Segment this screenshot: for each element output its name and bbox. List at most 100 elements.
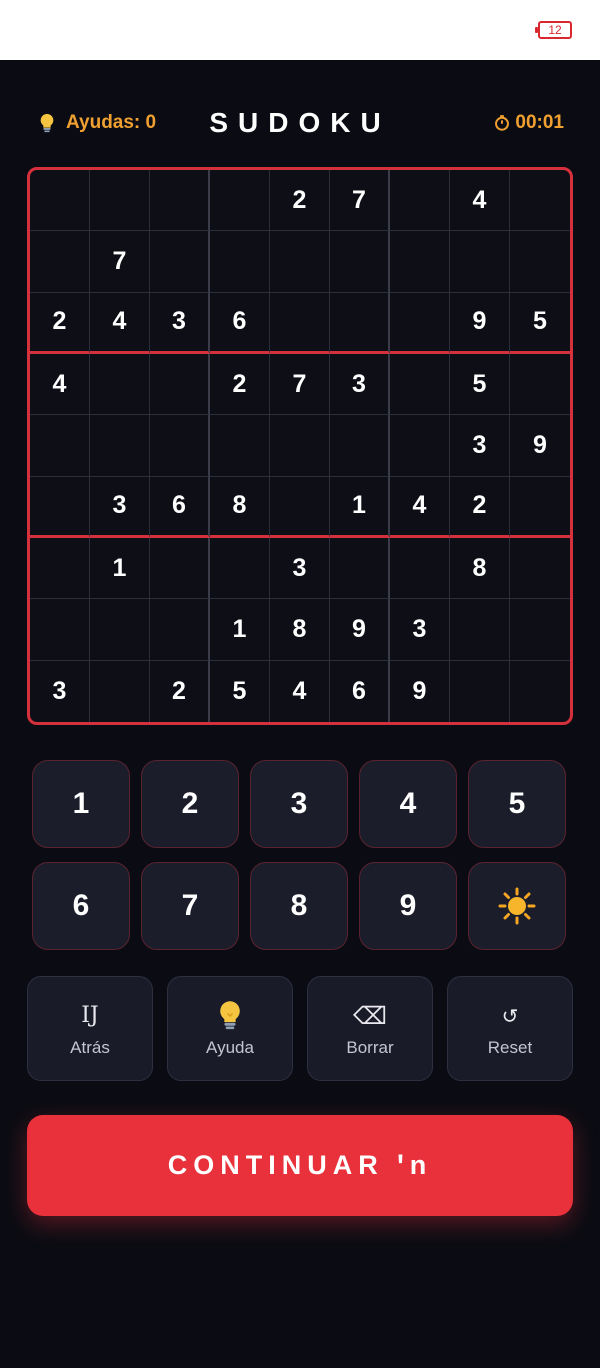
sudoku-cell[interactable] (390, 231, 450, 293)
number-pad: 12345 6789 (32, 760, 568, 950)
sudoku-cell[interactable]: 4 (90, 292, 150, 354)
sudoku-cell[interactable]: 2 (210, 353, 270, 416)
sudoku-cell[interactable] (30, 231, 90, 293)
sudoku-cell[interactable] (30, 476, 90, 538)
sudoku-cell[interactable]: 3 (150, 292, 210, 354)
reset-button[interactable]: ↺ Reset (447, 976, 573, 1081)
sudoku-cell[interactable] (330, 231, 390, 293)
sudoku-cell[interactable]: 7 (330, 170, 390, 232)
sudoku-cell[interactable]: 2 (450, 476, 510, 538)
timer-value: 00:01 (515, 112, 564, 133)
sudoku-cell[interactable] (90, 599, 150, 661)
sudoku-cell[interactable]: 9 (510, 415, 570, 477)
sudoku-cell[interactable] (510, 538, 570, 600)
sudoku-cell[interactable] (90, 415, 150, 477)
sudoku-cell[interactable] (150, 170, 210, 232)
sudoku-cell[interactable] (510, 170, 570, 232)
theme-toggle-button[interactable] (468, 862, 566, 950)
sudoku-cell[interactable] (510, 231, 570, 293)
sudoku-cell[interactable] (210, 231, 270, 293)
sudoku-cell[interactable]: 5 (450, 353, 510, 416)
sudoku-cell[interactable]: 9 (330, 599, 390, 661)
sudoku-cell[interactable] (390, 537, 450, 600)
sudoku-cell[interactable]: 7 (90, 231, 150, 293)
sudoku-cell[interactable] (30, 599, 90, 661)
sudoku-cell[interactable]: 3 (270, 537, 330, 600)
sudoku-cell[interactable] (90, 660, 150, 722)
sudoku-cell[interactable]: 1 (330, 476, 390, 538)
sudoku-cell[interactable] (510, 354, 570, 416)
sudoku-cell[interactable]: 1 (90, 537, 150, 600)
number-key-4[interactable]: 4 (359, 760, 457, 848)
sudoku-cell[interactable] (450, 599, 510, 661)
status-bar: 12 (0, 0, 600, 60)
sudoku-cell[interactable]: 5 (210, 660, 270, 722)
sudoku-cell[interactable] (510, 599, 570, 661)
sudoku-cell[interactable]: 6 (150, 476, 210, 538)
sudoku-cell[interactable] (390, 292, 450, 354)
sudoku-cell[interactable] (450, 660, 510, 722)
sudoku-cell[interactable] (150, 231, 210, 293)
sudoku-cell[interactable] (150, 353, 210, 416)
sudoku-cell[interactable] (270, 292, 330, 354)
sudoku-cell[interactable] (330, 292, 390, 354)
sudoku-cell[interactable]: 4 (30, 353, 90, 416)
sudoku-cell[interactable] (90, 170, 150, 232)
sudoku-cell[interactable] (330, 537, 390, 600)
number-key-8[interactable]: 8 (250, 862, 348, 950)
sudoku-cell[interactable]: 2 (30, 292, 90, 354)
sudoku-cell[interactable]: 5 (510, 293, 570, 354)
number-key-1[interactable]: 1 (32, 760, 130, 848)
sudoku-cell[interactable] (270, 415, 330, 477)
sudoku-cell[interactable]: 4 (450, 170, 510, 232)
sudoku-cell[interactable] (90, 353, 150, 416)
sudoku-cell[interactable] (150, 599, 210, 661)
sudoku-cell[interactable] (270, 231, 330, 293)
continue-button[interactable]: CONTINUAR ꞌn (27, 1115, 573, 1216)
sudoku-cell[interactable]: 1 (210, 599, 270, 661)
sudoku-cell[interactable]: 3 (450, 415, 510, 477)
sudoku-cell[interactable] (150, 415, 210, 477)
sudoku-cell[interactable]: 4 (270, 660, 330, 722)
sudoku-cell[interactable]: 9 (390, 660, 450, 722)
sudoku-cell[interactable] (30, 537, 90, 600)
sudoku-cell[interactable] (390, 170, 450, 232)
sudoku-cell[interactable]: 7 (270, 353, 330, 416)
sudoku-cell[interactable] (270, 476, 330, 538)
sudoku-cell[interactable]: 8 (450, 537, 510, 600)
sudoku-cell[interactable] (210, 415, 270, 477)
sudoku-cell[interactable]: 2 (270, 170, 330, 232)
number-key-9[interactable]: 9 (359, 862, 457, 950)
sudoku-cell[interactable]: 3 (30, 660, 90, 722)
sudoku-cell[interactable] (210, 170, 270, 232)
sudoku-cell[interactable] (210, 537, 270, 600)
sudoku-cell[interactable] (510, 661, 570, 722)
number-key-7[interactable]: 7 (141, 862, 239, 950)
sudoku-cell[interactable] (150, 537, 210, 600)
sudoku-cell[interactable] (390, 353, 450, 416)
sudoku-cell[interactable] (30, 170, 90, 232)
sudoku-cell[interactable]: 6 (210, 292, 270, 354)
erase-button[interactable]: ⌫ Borrar (307, 976, 433, 1081)
sudoku-cell[interactable] (450, 231, 510, 293)
sudoku-cell[interactable] (510, 477, 570, 538)
sudoku-cell[interactable] (330, 415, 390, 477)
sudoku-cell[interactable] (390, 415, 450, 477)
timer: 00:01 (493, 112, 564, 134)
number-key-5[interactable]: 5 (468, 760, 566, 848)
sudoku-cell[interactable]: 8 (270, 599, 330, 661)
number-key-6[interactable]: 6 (32, 862, 130, 950)
sudoku-cell[interactable]: 4 (390, 476, 450, 538)
sudoku-cell[interactable]: 3 (390, 599, 450, 661)
sudoku-cell[interactable] (30, 415, 90, 477)
sudoku-cell[interactable]: 9 (450, 292, 510, 354)
sudoku-cell[interactable]: 8 (210, 476, 270, 538)
sudoku-cell[interactable]: 3 (330, 353, 390, 416)
hint-button[interactable]: Ayuda (167, 976, 293, 1081)
sudoku-cell[interactable]: 2 (150, 660, 210, 722)
undo-button[interactable]: IJ Atrás (27, 976, 153, 1081)
sudoku-cell[interactable]: 3 (90, 476, 150, 538)
number-key-2[interactable]: 2 (141, 760, 239, 848)
number-key-3[interactable]: 3 (250, 760, 348, 848)
sudoku-cell[interactable]: 6 (330, 660, 390, 722)
